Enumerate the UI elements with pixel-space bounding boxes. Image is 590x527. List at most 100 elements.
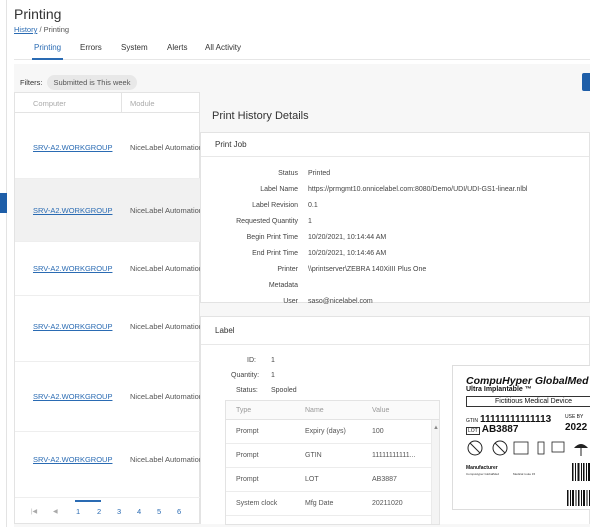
label-id-value: 1 [271, 357, 275, 364]
column-divider [121, 93, 122, 113]
lot-prefix: LOT [466, 427, 480, 435]
preview-year: 2022 [565, 422, 588, 433]
var-name: GTIN [305, 452, 322, 459]
var-value: 100 [372, 428, 384, 435]
print-history-details: Print History Details Print Job Status P… [200, 92, 590, 525]
breadcrumb-separator: / [39, 25, 42, 34]
column-header-type[interactable]: Type [236, 407, 251, 414]
field-value-user: saso@nicelabel.com [308, 298, 373, 305]
field-value-status: Printed [308, 170, 331, 177]
sidebar-active-indicator[interactable] [0, 193, 7, 213]
preview-device-box: Fictitious Medical Device [466, 396, 590, 407]
label-heading: Label [201, 317, 589, 345]
first-page-icon[interactable]: |◀ [31, 508, 37, 515]
table-row[interactable]: SRV-A2.WORKGROUP NiceLabel Automation [15, 296, 201, 362]
table-scrollbar[interactable]: ▲ [431, 420, 439, 524]
var-name: Expiry (days) [305, 428, 346, 435]
module-cell: NiceLabel Automation [130, 455, 200, 464]
column-header-computer[interactable]: Computer [33, 99, 66, 108]
module-cell: NiceLabel Automation [130, 264, 200, 273]
var-name: Mfg Date [305, 500, 334, 507]
field-label-requested-quantity: Requested Quantity [236, 218, 298, 225]
details-title: Print History Details [212, 110, 309, 122]
filters-bar: Filters: Submitted is This week [14, 72, 138, 92]
page-2[interactable]: 2 [97, 507, 101, 516]
label-status-value: Spooled [271, 387, 297, 394]
var-value: 20211020 [372, 500, 403, 507]
tab-system[interactable]: System [121, 40, 148, 60]
var-type: Prompt [236, 428, 259, 435]
prev-page-icon[interactable]: ◀ [53, 508, 58, 515]
computer-link[interactable]: SRV-A2.WORKGROUP [33, 392, 112, 401]
label-preview: CompuHyper GlobalMed Ultra Implantable ™… [452, 365, 590, 510]
field-value-begin-print-time: 10/20/2021, 10:14:44 AM [308, 234, 387, 241]
table-row[interactable]: Prompt GTIN 11111111111... [226, 444, 431, 468]
field-value-printer: \\printserver\ZEBRA 140XiIII Plus One [308, 266, 427, 273]
page-title: Printing [14, 6, 62, 22]
filter-chip[interactable]: Submitted is This week [46, 74, 138, 90]
tab-alerts[interactable]: Alerts [167, 40, 187, 60]
barcode-icon [572, 463, 590, 481]
var-name: LOT [305, 476, 319, 483]
var-type: Prompt [236, 452, 259, 459]
variables-table-header: Type Name Value [226, 401, 439, 420]
computer-link[interactable]: SRV-A2.WORKGROUP [33, 455, 112, 464]
label-quantity-value: 1 [271, 372, 275, 379]
field-label-begin-print-time: Begin Print Time [246, 234, 298, 241]
tab-printing[interactable]: Printing [32, 40, 64, 60]
var-value: AB3887 [372, 476, 397, 483]
preview-lot: LOT AB3887 [466, 424, 518, 435]
field-label-printer: Printer [277, 266, 298, 273]
current-page-indicator [75, 500, 101, 502]
page-5[interactable]: 5 [157, 507, 161, 516]
field-value-label-revision: 0.1 [308, 202, 318, 209]
column-header-value[interactable]: Value [372, 407, 389, 414]
table-row[interactable]: Prompt LOT AB3887 [226, 468, 431, 492]
action-button[interactable] [582, 73, 590, 91]
label-quantity-key: Quantity: [231, 372, 260, 379]
page-1[interactable]: 1 [76, 507, 80, 516]
activity-tabs: Printing Errors System Alerts All Activi… [14, 40, 590, 60]
print-history-grid: Computer Module SRV-A2.WORKGROUP NiceLab… [14, 92, 201, 524]
column-header-module[interactable]: Module [130, 99, 155, 108]
preview-fine-print-right: Medical route 15 [513, 472, 536, 476]
preview-manufacturer: Manufacturer [466, 465, 498, 471]
table-row[interactable]: SRV-A2.WORKGROUP NiceLabel Automation [15, 113, 201, 179]
var-type: Prompt [236, 476, 259, 483]
label-variables-table: Type Name Value Prompt Expiry (days) 100… [225, 400, 440, 525]
module-cell: NiceLabel Automation [130, 143, 200, 152]
scroll-up-icon[interactable]: ▲ [433, 425, 439, 431]
computer-link[interactable]: SRV-A2.WORKGROUP [33, 322, 112, 331]
table-row[interactable]: SRV-A2.WORKGROUP NiceLabel Automation [15, 362, 201, 432]
preview-subtitle: Ultra Implantable ™ [466, 386, 532, 393]
page-3[interactable]: 3 [117, 507, 121, 516]
lot-value: AB3887 [481, 424, 519, 435]
table-row-selected[interactable]: SRV-A2.WORKGROUP NiceLabel Automation [15, 179, 201, 242]
breadcrumb-history-link[interactable]: History [14, 25, 37, 34]
field-value-label-name: https://prmgmt10.onnicelabel.com:8080/De… [308, 186, 528, 193]
page-4[interactable]: 4 [137, 507, 141, 516]
preview-fine-print-left: CompuHyper GlobalMed [466, 472, 500, 476]
label-id-key: ID: [247, 357, 256, 364]
preview-use-by: USE BY [565, 414, 584, 420]
computer-link[interactable]: SRV-A2.WORKGROUP [33, 143, 112, 152]
table-row[interactable]: System clock Mfg Date 20211020 [226, 492, 431, 516]
table-row[interactable]: SRV-A2.WORKGROUP NiceLabel Automation [15, 242, 201, 296]
barcode-icon [567, 490, 590, 506]
pager: |◀ ◀ 1 2 3 4 5 6 [15, 497, 201, 523]
grid-header: Computer Module [15, 93, 199, 113]
field-label-metadata: Metadata [268, 282, 298, 289]
computer-link[interactable]: SRV-A2.WORKGROUP [33, 206, 112, 215]
column-header-name[interactable]: Name [305, 407, 324, 414]
breadcrumb: History / Printing [14, 25, 69, 34]
field-label-status: Status [278, 170, 298, 177]
table-row[interactable]: SRV-A2.WORKGROUP NiceLabel Automation [15, 432, 201, 498]
tab-all-activity[interactable]: All Activity [205, 40, 241, 60]
computer-link[interactable]: SRV-A2.WORKGROUP [33, 264, 112, 273]
table-row[interactable]: Prompt Expiry (days) 100 [226, 420, 431, 444]
tab-errors[interactable]: Errors [80, 40, 102, 60]
module-cell: NiceLabel Automation [130, 206, 200, 215]
field-label-end-print-time: End Print Time [252, 250, 298, 257]
page-6[interactable]: 6 [177, 507, 181, 516]
label-card: Label ID: 1 Quantity: 1 Status: Spooled … [200, 316, 590, 525]
